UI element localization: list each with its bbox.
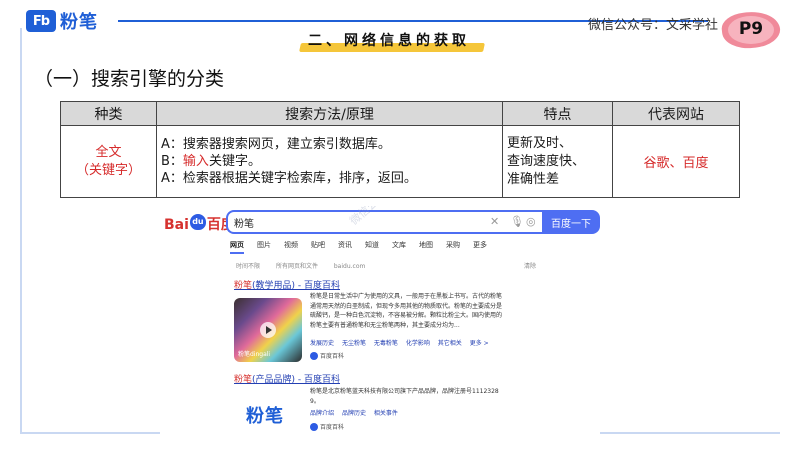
result1-snippet-line1: 粉笔是日常生活中广为使用的文具，一般用于在黑板上书写。古代的粉笔 <box>310 293 503 300</box>
feature-2: 查询速度快、 <box>507 153 586 169</box>
filter-clear[interactable]: 清除 <box>524 261 536 270</box>
feature-1: 更新及时、 <box>507 135 573 151</box>
baidu-logo: Bai du 百度 <box>164 214 235 234</box>
method-b: B：输入关键字。 <box>161 153 502 170</box>
baidu-search-screenshot: Bai du 百度 粉笔 ✕ 🎙 ◎ 百度一下 网页 图片 视频 贴吧 资讯 知道 … <box>160 206 600 438</box>
filter-site-type[interactable]: 所有网页和文件 <box>276 263 318 270</box>
header-method: 搜索方法/原理 <box>156 101 503 126</box>
header-features: 特点 <box>502 101 613 126</box>
cell-features: 更新及时、 查询速度快、 准确性差 <box>502 125 613 198</box>
page-number-badge: P9 <box>720 9 782 51</box>
search-filters: 时间不限 所有网页和文件 baidu.com 清除 <box>236 261 536 270</box>
tab-wenku[interactable]: 文库 <box>392 240 406 254</box>
search-query: 粉笔 <box>234 219 254 230</box>
section-title-text: 二、网络信息的获取 <box>308 33 470 49</box>
result1-snippet-line2: 通常用天然的白垩制成，但现今多用其他的物质取代。粉笔的主要成分是 <box>310 302 503 310</box>
search-engine-table: 种类 搜索方法/原理 特点 代表网站 全文 （关键字） A：搜索器搜索网页，建立… <box>60 101 740 198</box>
cell-sites: 谷歌、百度 <box>612 125 740 198</box>
result1-sublinks: 发展历史 无尘粉笔 无毒粉笔 化学影响 其它相关 更多 > <box>310 338 495 347</box>
result1-title[interactable]: 粉笔(教学用品) - 百度百科 <box>234 278 340 291</box>
tab-video[interactable]: 视频 <box>284 240 298 254</box>
camera-icon[interactable]: ◎ <box>526 215 536 228</box>
tab-news[interactable]: 资讯 <box>338 240 352 254</box>
thumbnail-caption: 粉笔dingali <box>238 351 271 358</box>
tab-tieba[interactable]: 贴吧 <box>311 240 325 254</box>
tab-map[interactable]: 地图 <box>419 240 433 254</box>
microphone-icon[interactable]: 🎙 <box>510 215 524 228</box>
method-b-rest: 关键字。 <box>208 154 261 169</box>
result1-title-keyword: 粉笔 <box>234 281 253 291</box>
method-b-highlight: 输入 <box>182 154 209 169</box>
tab-web[interactable]: 网页 <box>230 240 244 254</box>
result2-snippet-line1: 粉笔是北京粉笔蓝天科技有限公司旗下产品品牌，品牌注册号1112328 <box>310 388 499 395</box>
type-line1: 全文 <box>95 144 122 160</box>
result1-link[interactable]: 无毒粉笔 <box>374 340 398 347</box>
filter-domain[interactable]: baidu.com <box>334 263 366 270</box>
section-heading: （一）搜索引擎的分类 <box>34 68 225 90</box>
tab-images[interactable]: 图片 <box>257 240 271 254</box>
fenbi-logo-text: 粉笔 <box>60 12 98 33</box>
result2-title-rest: (产品品牌) - 百度百科 <box>252 375 341 385</box>
header-type: 种类 <box>60 101 157 126</box>
tab-more[interactable]: 更多 <box>473 240 487 254</box>
result2-sublinks: 品牌介绍 品牌历史 相关事件 <box>310 408 404 417</box>
baike-icon <box>310 422 318 431</box>
result1-link[interactable]: 无尘粉笔 <box>342 340 366 347</box>
result1-snippet-line3: 硫酸钙，是一种白色沉淀物，不容易被分解。颗粒比粉尘大。国内使用的 <box>310 312 503 319</box>
result2-link[interactable]: 品牌介绍 <box>310 410 334 417</box>
tab-zhidao[interactable]: 知道 <box>365 240 379 254</box>
cell-method: A：搜索器搜索网页，建立索引数据库。 B：输入关键字。 A：检索器根据关键字检索… <box>156 125 503 198</box>
slide: Fb 粉笔 二、网络信息的获取 微信公众号：文采学社 P9 （一）搜索引擎的分类… <box>0 0 800 450</box>
search-tabs: 网页 图片 视频 贴吧 资讯 知道 文库 地图 采购 更多 <box>230 240 487 254</box>
result1-title-rest: (教学用品) - 百度百科 <box>252 281 341 291</box>
result1-source: 百度百科 <box>310 351 344 360</box>
table-row: 全文 （关键字） A：搜索器搜索网页，建立索引数据库。 B：输入关键字。 A：检… <box>60 125 740 198</box>
result2-source-name: 百度百科 <box>320 424 345 431</box>
baidu-logo-bai: Bai <box>164 217 189 233</box>
wechat-account: 微信公众号：文采学社 <box>588 18 719 33</box>
result2-snippet-line2: 9。 <box>310 397 320 405</box>
result1-link[interactable]: 发展历史 <box>310 340 334 347</box>
result1-snippet-line4: 粉笔主要有普通粉笔和无尘粉笔两种，其主要成分均为... <box>310 321 460 329</box>
filter-time[interactable]: 时间不限 <box>236 263 260 270</box>
side-border <box>20 28 22 432</box>
page-number: P9 <box>738 19 764 39</box>
clear-icon[interactable]: ✕ <box>490 215 499 228</box>
result1-link[interactable]: 更多 > <box>470 340 489 347</box>
fenbi-logo-mark: Fb <box>26 10 56 32</box>
result1-snippet: 粉笔是日常生活中广为使用的文具，一般用于在黑板上书写。古代的粉笔 通常用天然的白… <box>310 292 560 330</box>
result2-title[interactable]: 粉笔(产品品牌) - 百度百科 <box>234 372 340 385</box>
baike-icon <box>310 351 318 360</box>
cell-type: 全文 （关键字） <box>60 125 157 198</box>
baidu-paw-icon: du <box>189 214 206 230</box>
result1-link[interactable]: 化学影响 <box>406 340 430 347</box>
play-icon <box>260 322 276 338</box>
fenbi-logo: Fb 粉笔 <box>26 8 98 34</box>
search-input[interactable]: 粉笔 ✕ 🎙 ◎ <box>226 210 542 234</box>
result1-source-name: 百度百科 <box>320 353 345 360</box>
result2-link[interactable]: 品牌历史 <box>342 410 366 417</box>
tab-purchase[interactable]: 采购 <box>446 240 460 254</box>
header-sites: 代表网站 <box>612 101 740 126</box>
type-line2: （关键字） <box>75 162 141 178</box>
result2-title-keyword: 粉笔 <box>234 375 253 385</box>
table-header-row: 种类 搜索方法/原理 特点 代表网站 <box>60 101 740 126</box>
search-button[interactable]: 百度一下 <box>542 210 600 234</box>
result1-thumbnail[interactable]: 粉笔dingali <box>234 298 302 362</box>
result2-source: 百度百科 <box>310 422 344 431</box>
feature-3: 准确性差 <box>507 171 560 187</box>
fenbi-brand-logo: 粉笔 <box>246 406 284 427</box>
result1-link[interactable]: 其它相关 <box>438 340 462 347</box>
method-c: A：检索器根据关键字检索库，排序，返回。 <box>161 171 417 186</box>
method-b-prefix: B： <box>161 154 183 169</box>
section-title: 二、网络信息的获取 <box>299 30 485 52</box>
result2-link[interactable]: 相关事件 <box>374 410 398 417</box>
result2-snippet: 粉笔是北京粉笔蓝天科技有限公司旗下产品品牌，品牌注册号1112328 9。 <box>310 387 560 406</box>
method-a: A：搜索器搜索网页，建立索引数据库。 <box>161 137 391 152</box>
